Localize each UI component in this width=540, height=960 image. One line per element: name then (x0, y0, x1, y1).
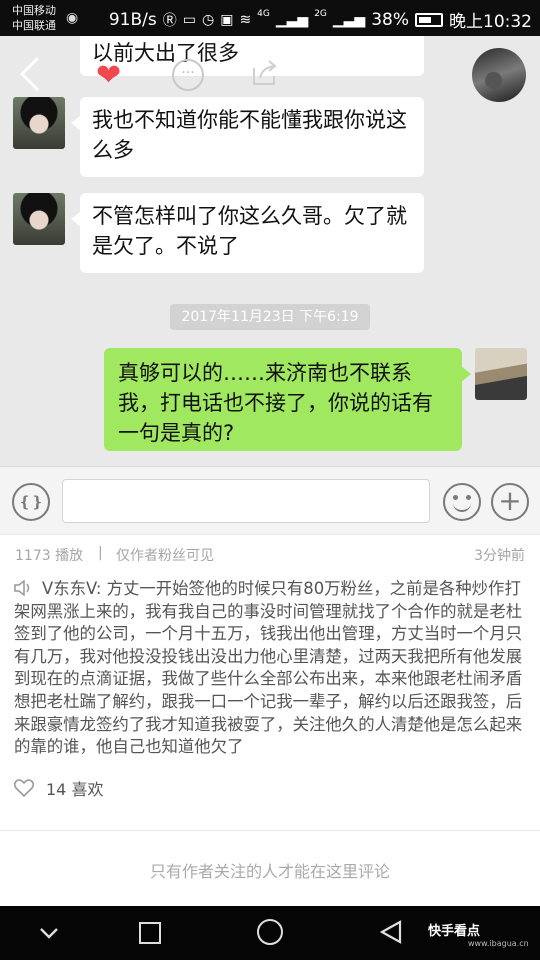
comment-restriction-note: 只有作者关注的人才能在这里评论 (149, 862, 390, 881)
sent-message-text: 真够可以的……来济南也不联系我，打电话也不接了，你说的话有一句是真的? (118, 361, 433, 445)
carrier-1: 中国移动 (12, 4, 56, 17)
wifi-icon: ≋ (239, 11, 252, 28)
vibrate-icon: ▭ (182, 11, 196, 28)
message-input[interactable] (62, 479, 430, 523)
self-avatar (475, 348, 527, 400)
voice-icon[interactable]: ❴❵ (12, 483, 50, 521)
watermark: 快手看点 www.ibagua.cn (428, 920, 529, 948)
signal-label-a: 4G (257, 8, 270, 19)
chat-message-text: 不管怎样叫了你这么久哥。欠了就是欠了。不说了 (92, 204, 407, 258)
contact-avatar (13, 97, 65, 149)
signal-icon-b: ▁▃▅ (332, 11, 366, 28)
share-icon[interactable] (250, 58, 280, 88)
signal-label-b: 2G (314, 8, 327, 19)
post-caption: V东东V: 方丈一开始签他的时候只有80万粉丝，之前是各种炒作打架网黑涨上来的，… (14, 578, 530, 759)
chat-message-text: 我也不知道你能不能懂我跟你说这么多 (92, 108, 407, 162)
network-speed: 91B/s (108, 9, 157, 30)
system-nav-bar: 快手看点 www.ibagua.cn (0, 906, 540, 960)
carrier-names: 中国移动 中国联通 (12, 3, 56, 33)
like-row[interactable]: 14 喜欢 (14, 776, 103, 800)
clock: 晚上10:32 (449, 12, 532, 32)
chat-screenshot: 以前大出了很多 ❤ ··· 我也不知道你能不能懂我跟你说这么多 不管怎样叫了你这… (0, 36, 540, 466)
chat-message: 不管怎样叫了你这么久哥。欠了就是欠了。不说了 (71, 193, 424, 273)
recent-apps-icon[interactable] (139, 922, 161, 944)
chevron-down-icon[interactable] (38, 922, 60, 944)
wechat-notification-icon: ◉ (66, 10, 79, 26)
speaker-icon[interactable] (14, 580, 32, 596)
watermark-sub: www.ibagua.cn (468, 939, 529, 948)
chat-timestamp: 2017年11月23日 下午6:19 (170, 304, 370, 330)
heart-icon[interactable]: ❤ (96, 58, 121, 93)
status-icons: 91B/s Ⓡ ▭ ◷ ▣ ≋ 4G ▁▃▅ 2G ▁▃▅ 38% 晚上10:3… (108, 7, 532, 33)
contact-avatar (13, 193, 65, 245)
signal-icon-a: ▁▃▅ (275, 11, 309, 28)
emoji-icon[interactable] (443, 483, 481, 521)
post-meta: 1173 播放 | 仅作者粉丝可见 3分钟前 (0, 534, 540, 574)
carrier-2: 中国联通 (12, 19, 56, 32)
battery-icon (415, 12, 443, 27)
visibility-label: 仅作者粉丝可见 (116, 548, 214, 564)
watermark-main: 快手看点 (428, 924, 481, 939)
like-count: 14 喜欢 (46, 780, 104, 799)
battery-percent: 38% (371, 9, 409, 30)
divider (0, 830, 540, 831)
data-saver-icon: Ⓡ (162, 12, 177, 29)
post-time: 3分钟前 (474, 548, 525, 564)
play-count: 1173 播放 (15, 548, 84, 564)
back-icon[interactable] (18, 54, 42, 94)
plus-icon[interactable]: + (491, 483, 529, 521)
heart-outline-icon[interactable] (14, 779, 34, 797)
more-icon[interactable]: ··· (172, 59, 204, 91)
back-triangle-icon[interactable] (378, 919, 404, 945)
sent-message: 真够可以的……来济南也不联系我，打电话也不接了，你说的话有一句是真的? (104, 348, 471, 451)
status-bar: 中国移动 中国联通 ◉ 91B/s Ⓡ ▭ ◷ ▣ ≋ 4G ▁▃▅ 2G ▁▃… (0, 0, 540, 36)
meta-separator: | (98, 545, 103, 561)
hd-icon: ▣ (220, 11, 234, 28)
alarm-icon: ◷ (201, 11, 215, 28)
home-icon[interactable] (257, 919, 283, 945)
chat-input-bar: ❴❵ + (0, 466, 540, 534)
caption-text: V东东V: 方丈一开始签他的时候只有80万粉丝，之前是各种炒作打架网黑涨上来的，… (14, 579, 523, 757)
chat-message: 我也不知道你能不能懂我跟你说这么多 (71, 97, 424, 177)
author-avatar[interactable] (472, 48, 526, 102)
